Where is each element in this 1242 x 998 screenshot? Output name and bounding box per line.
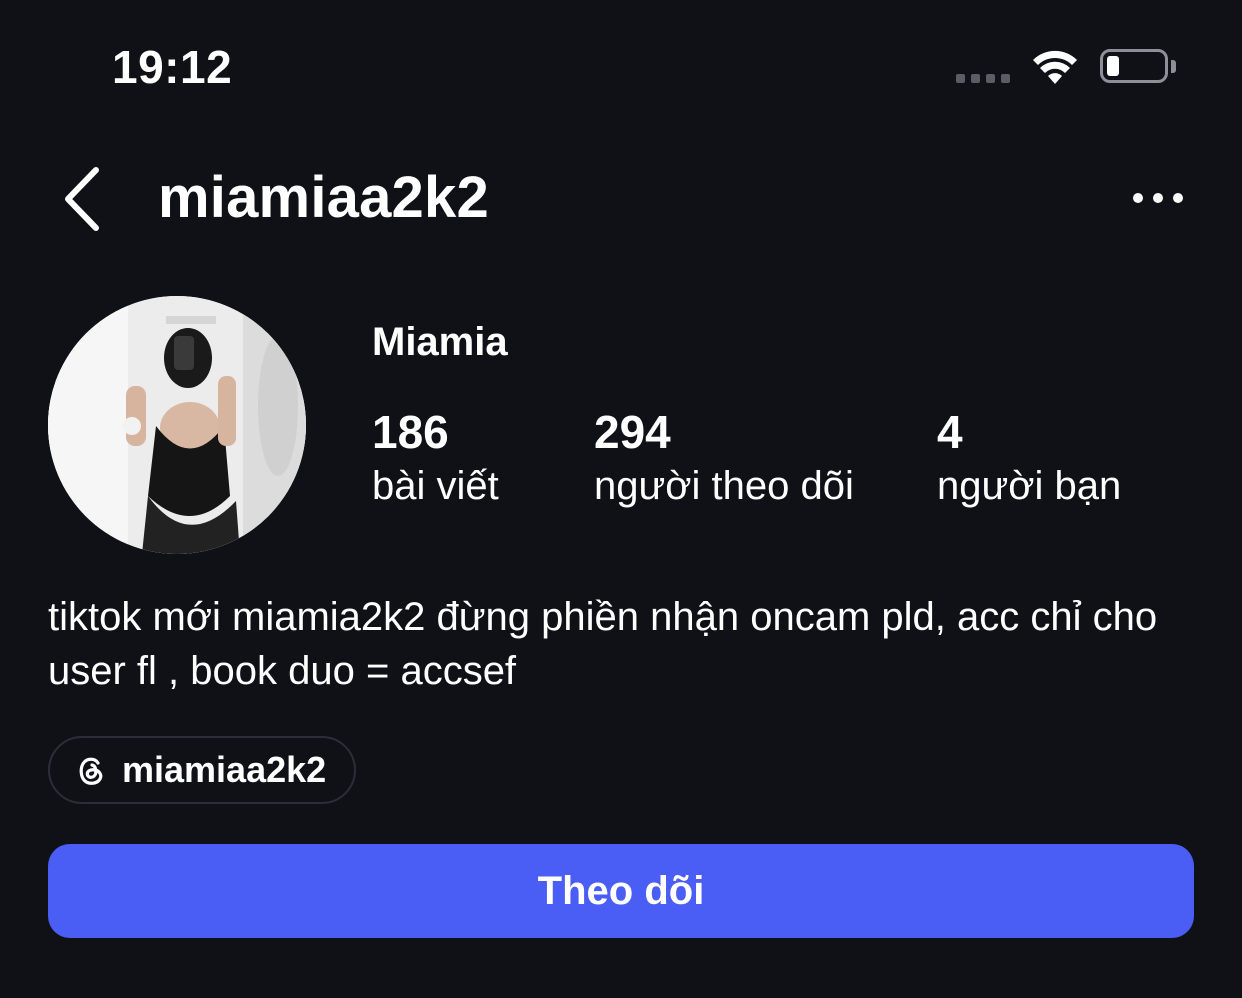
threads-handle: miamiaa2k2 — [122, 749, 327, 790]
stat-followers-label: người theo dõi — [594, 464, 854, 508]
battery-icon — [1100, 49, 1168, 83]
signal-icon — [956, 74, 1010, 83]
wifi-icon — [1033, 50, 1077, 84]
stat-posts-value: 186 — [372, 406, 449, 458]
stat-posts-label: bài viết — [372, 464, 499, 508]
stat-posts[interactable]: 186 bài viết — [372, 406, 499, 512]
profile-screen: 19:12 miamiaa2k2 Miamia 186 bài viết 294… — [0, 0, 1242, 998]
stat-followers[interactable]: 294 người theo dõi — [594, 406, 854, 512]
follow-button[interactable]: Theo dõi — [48, 844, 1194, 938]
page-title: miamiaa2k2 — [158, 165, 489, 230]
profile-bio: tiktok mới miamia2k2 đừng phiền nhận onc… — [48, 595, 1158, 693]
battery-level — [1107, 56, 1119, 76]
status-time: 19:12 — [112, 41, 233, 93]
avatar-photo — [48, 296, 306, 554]
avatar[interactable] — [48, 296, 306, 554]
battery-cap — [1171, 60, 1176, 73]
threads-icon — [79, 757, 103, 785]
stat-followers-value: 294 — [594, 406, 671, 458]
stat-friends[interactable]: 4 người bạn — [937, 406, 1121, 512]
threads-link[interactable]: miamiaa2k2 — [48, 736, 356, 804]
more-icon[interactable] — [1128, 180, 1188, 216]
stat-friends-label: người bạn — [937, 464, 1122, 508]
stat-friends-value: 4 — [937, 406, 963, 458]
display-name: Miamia — [372, 320, 508, 364]
back-icon[interactable] — [56, 164, 106, 234]
